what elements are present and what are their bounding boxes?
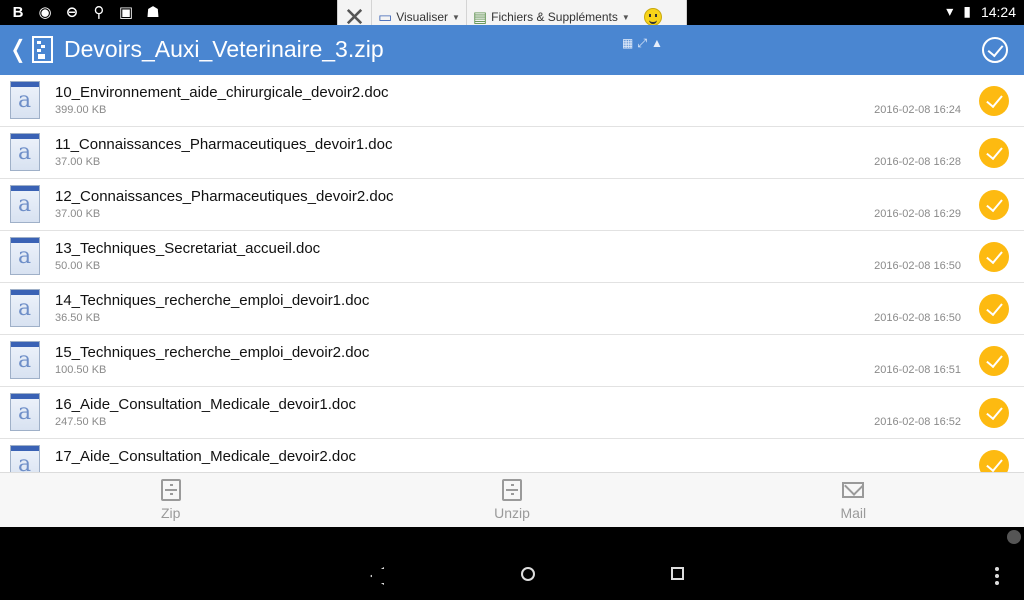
smiley-icon[interactable]: [643, 8, 662, 26]
caret-down-icon: ▼: [621, 12, 630, 22]
selected-check-icon[interactable]: [979, 242, 1009, 272]
expand-icon[interactable]: ⤢: [637, 36, 647, 51]
android-icon: ☗: [146, 4, 160, 21]
cabinet-icon: [160, 479, 181, 501]
zip-archive-icon: [32, 36, 53, 63]
file-name: 10_Environnement_aide_chirurgicale_devoi…: [55, 84, 389, 101]
list-item[interactable]: 14_Techniques_recherche_emploi_devoir1.d…: [0, 283, 1024, 335]
caret-down-icon: ▼: [452, 12, 460, 22]
file-name: 14_Techniques_recherche_emploi_devoir1.d…: [55, 292, 370, 309]
list-item[interactable]: 16_Aide_Consultation_Medicale_devoir1.do…: [0, 387, 1024, 439]
view-menu-label: Visualiser: [396, 10, 448, 24]
toolbar-mini-controls: ▦ ⤢ ▲: [622, 36, 663, 51]
list-item[interactable]: 15_Techniques_recherche_emploi_devoir2.d…: [0, 335, 1024, 387]
file-size: 247.50 KB: [55, 416, 107, 428]
list-item[interactable]: 12_Connaissances_Pharmaceutiques_devoir2…: [0, 179, 1024, 231]
clock: 14:24: [980, 3, 1016, 20]
unzip-label: Unzip: [494, 505, 530, 521]
list-item[interactable]: 17_Aide_Consultation_Medicale_devoir2.do…: [0, 439, 1024, 472]
chevron-up-icon[interactable]: ▲: [651, 36, 663, 51]
file-size: 37.00 KB: [55, 156, 101, 168]
selected-check-icon[interactable]: [979, 190, 1009, 220]
briefcase-icon: ▣: [118, 4, 134, 21]
word-doc-icon: [10, 341, 40, 379]
file-name: 15_Techniques_recherche_emploi_devoir2.d…: [55, 344, 370, 361]
word-doc-icon: [10, 81, 40, 119]
word-doc-icon: [10, 185, 40, 223]
file-date: 2016-02-08 16:50: [874, 312, 961, 324]
system-icons: ▾ ▮ 14:24: [946, 3, 1016, 20]
zip-button[interactable]: Zip: [0, 473, 341, 527]
battery-icon: ▮: [963, 3, 971, 19]
word-doc-icon: [10, 237, 40, 275]
selected-check-icon[interactable]: [979, 138, 1009, 168]
usb-icon: ⚲: [93, 4, 105, 21]
word-doc-icon: [10, 289, 40, 327]
file-name: 13_Techniques_Secretariat_accueil.doc: [55, 240, 321, 257]
word-doc-icon: [10, 445, 40, 472]
list-item[interactable]: 10_Environnement_aide_chirurgicale_devoi…: [0, 75, 1024, 127]
bottom-action-bar: Zip Unzip Mail: [0, 472, 1024, 527]
notification-icons: B ◉ ⊖ ⚲ ▣ ☗: [10, 3, 161, 22]
selected-check-icon[interactable]: [979, 86, 1009, 116]
file-name: 12_Connaissances_Pharmaceutiques_devoir2…: [55, 188, 394, 205]
selected-check-icon[interactable]: [979, 450, 1009, 472]
file-date: 2016-02-08 16:52: [874, 416, 961, 428]
page-title: Devoirs_Auxi_Veterinaire_3.zip: [64, 36, 384, 62]
back-nav-icon[interactable]: [370, 567, 382, 581]
blogger-icon: B: [12, 3, 24, 21]
select-all-button[interactable]: [982, 37, 1008, 63]
file-list[interactable]: 10_Environnement_aide_chirurgicale_devoi…: [0, 75, 1024, 472]
file-size: 50.00 KB: [55, 260, 101, 272]
recents-nav-icon[interactable]: [671, 567, 684, 580]
vpn-icon: ⊖: [65, 4, 79, 21]
file-date: 2016-02-08 16:50: [874, 260, 961, 272]
file-size: 399.00 KB: [55, 104, 107, 116]
file-date: 2016-02-08 16:28: [874, 156, 961, 168]
file-date: 2016-02-08 16:24: [874, 104, 961, 116]
selected-check-icon[interactable]: [979, 346, 1009, 376]
word-doc-icon: [10, 393, 40, 431]
zip-label: Zip: [160, 505, 181, 521]
file-size: 36.50 KB: [55, 312, 101, 324]
screen-icon: ▭: [378, 9, 393, 26]
files-menu-label: Fichiers & Suppléments: [491, 10, 618, 24]
file-date: 2016-02-08 16:29: [874, 208, 961, 220]
file-plus-icon: ▤: [472, 9, 488, 26]
list-item[interactable]: 11_Connaissances_Pharmaceutiques_devoir1…: [0, 127, 1024, 179]
eye-icon: ◉: [38, 4, 52, 21]
unzip-button[interactable]: Unzip: [341, 473, 682, 527]
word-doc-icon: [10, 133, 40, 171]
file-name: 17_Aide_Consultation_Medicale_devoir2.do…: [55, 448, 357, 465]
file-name: 16_Aide_Consultation_Medicale_devoir1.do…: [55, 396, 357, 413]
file-name: 11_Connaissances_Pharmaceutiques_devoir1…: [55, 136, 393, 153]
mail-icon: [842, 482, 865, 498]
grid-icon[interactable]: ▦: [622, 36, 633, 51]
navigation-bar: [0, 527, 1024, 600]
wifi-icon: ▾: [946, 3, 954, 19]
screen: B ◉ ⊖ ⚲ ▣ ☗ ▾ ▮ 14:24 ✕ ▭ Visualiser ▼ ▤…: [0, 0, 1024, 600]
overflow-menu-icon[interactable]: [995, 567, 999, 571]
cabinet-icon: [501, 479, 522, 501]
mail-label: Mail: [840, 505, 867, 521]
selected-check-icon[interactable]: [979, 398, 1009, 428]
app-bar: ❬ Devoirs_Auxi_Veterinaire_3.zip ▦ ⤢ ▲: [0, 25, 1024, 75]
back-button[interactable]: ❬: [8, 35, 28, 64]
file-size: 37.00 KB: [55, 208, 101, 220]
file-date: 2016-02-08 16:51: [874, 364, 961, 376]
selected-check-icon[interactable]: [979, 294, 1009, 324]
close-icon[interactable]: [1007, 530, 1021, 544]
mail-button[interactable]: Mail: [683, 473, 1024, 527]
list-item[interactable]: 13_Techniques_Secretariat_accueil.doc 50…: [0, 231, 1024, 283]
home-nav-icon[interactable]: [521, 567, 535, 581]
file-size: 100.50 KB: [55, 364, 107, 376]
